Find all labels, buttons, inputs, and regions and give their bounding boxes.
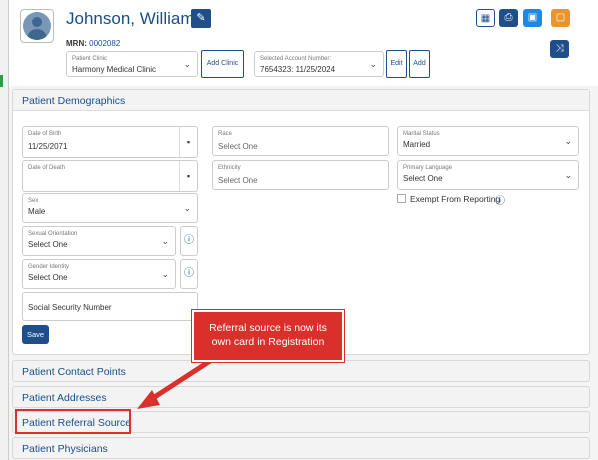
annotation-callout: Referral source is now its own card in R… xyxy=(192,310,344,362)
annotation-arrow xyxy=(137,358,213,409)
